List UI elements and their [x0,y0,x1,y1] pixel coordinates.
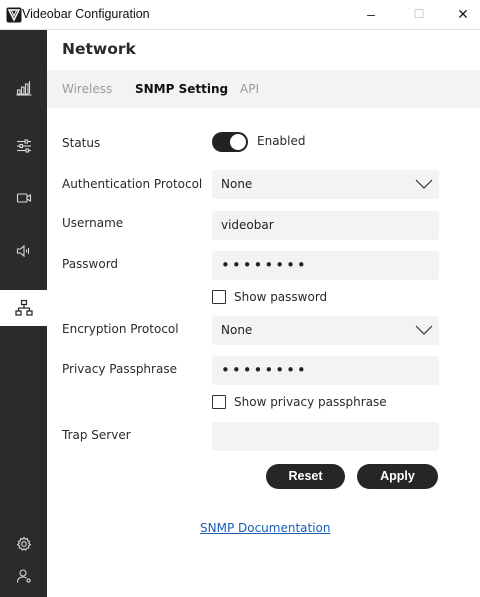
status-label: Status [62,136,101,150]
trap-server-input[interactable] [212,422,439,451]
privacy-passphrase-input[interactable]: •••••••• [212,356,439,385]
snmp-documentation-link[interactable]: SNMP Documentation [200,521,331,535]
password-value: •••••••• [221,256,308,274]
tab-snmp-setting[interactable]: SNMP Setting [135,82,228,96]
trap-server-label: Trap Server [62,428,131,442]
sidebar-item-settings[interactable] [0,526,47,562]
speaker-icon [16,244,29,258]
auth-protocol-select[interactable]: None [212,170,439,199]
auth-protocol-value: None [221,177,253,191]
signal-bars-icon [16,81,31,96]
sidebar-item-audio[interactable] [0,233,47,269]
sidebar-item-camera[interactable] [0,180,47,216]
encryption-protocol-value: None [221,323,253,337]
window-title: Videobar Configuration [22,7,150,21]
minimize-button[interactable]: – [359,4,383,26]
sliders-icon [16,139,31,153]
show-privacy-passphrase-checkbox[interactable] [212,395,226,409]
apply-button[interactable]: Apply [357,464,438,489]
chevron-down-icon [415,179,433,189]
privacy-passphrase-value: •••••••• [221,361,308,379]
sidebar-item-account[interactable] [0,558,47,594]
sidebar [0,30,47,597]
privacy-passphrase-label: Privacy Passphrase [62,362,177,376]
toggle-knob [230,134,246,150]
encryption-protocol-select[interactable]: None [212,316,439,345]
username-input[interactable]: videobar [212,211,439,240]
show-privacy-passphrase-label[interactable]: Show privacy passphrase [234,395,387,409]
password-label: Password [62,257,119,271]
tab-bar: Wireless SNMP Setting API [47,70,480,108]
chevron-down-icon [415,325,433,335]
camera-icon [16,193,31,203]
username-label: Username [62,216,124,230]
user-icon [16,569,31,583]
status-toggle[interactable] [212,132,248,152]
page-title: Network [62,40,136,58]
sidebar-item-network[interactable] [0,290,47,326]
show-password-checkbox[interactable] [212,290,226,304]
auth-protocol-label: Authentication Protocol [62,177,203,191]
maximize-button[interactable]: ☐ [407,4,431,26]
gear-icon [16,536,31,551]
password-input[interactable]: •••••••• [212,251,439,280]
status-value: Enabled [257,134,306,148]
username-value: videobar [221,218,274,232]
tab-wireless[interactable]: Wireless [62,82,112,96]
app-logo-icon [6,7,22,23]
title-bar: Videobar Configuration – ☐ ✕ [0,0,480,30]
show-password-label[interactable]: Show password [234,290,327,304]
reset-button[interactable]: Reset [266,464,345,489]
close-button[interactable]: ✕ [451,4,475,26]
encryption-protocol-label: Encryption Protocol [62,322,179,336]
sidebar-item-audio-settings[interactable] [0,128,47,164]
network-icon [14,299,33,316]
sidebar-item-status[interactable] [0,70,47,106]
tab-api[interactable]: API [240,82,259,96]
